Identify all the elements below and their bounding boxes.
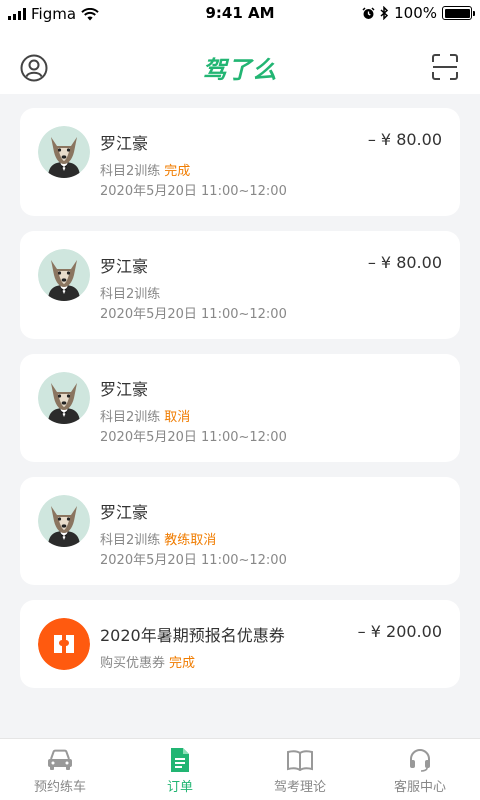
coach-name: 罗江豪	[100, 503, 149, 522]
order-amount: – ¥ 80.00	[367, 130, 442, 149]
tab-label: 预约练车	[33, 780, 86, 795]
book-icon	[287, 750, 313, 771]
coupon-title: 2020年暑期预报名优惠券	[100, 626, 285, 645]
order-amount: – ¥ 80.00	[367, 253, 442, 272]
order-subject: 科目2训练	[100, 410, 161, 425]
tab-support[interactable]: 客服中心	[360, 739, 480, 800]
order-status: 完成	[164, 164, 191, 179]
order-subject: 科目2训练	[100, 287, 161, 302]
coupon-status: 完成	[169, 656, 196, 671]
coach-name: 罗江豪	[100, 380, 149, 399]
order-datetime: 2020年5月20日 11:00~12:00	[100, 307, 287, 322]
wolf-avatar-icon	[38, 495, 90, 547]
order-datetime: 2020年5月20日 11:00~12:00	[100, 430, 287, 445]
order-card[interactable]: 罗江豪 科目2训练 教练取消 2020年5月20日 11:00~12:00	[20, 477, 460, 585]
coupon-amount: – ¥ 200.00	[357, 622, 442, 641]
coupon-icon	[38, 618, 90, 670]
order-subject-line: 科目2训练	[100, 283, 164, 302]
status-bar-right: 100%	[362, 4, 475, 22]
order-status: 取消	[164, 410, 191, 425]
wolf-avatar-icon	[38, 372, 90, 424]
bluetooth-icon	[380, 6, 389, 20]
battery-label: 100%	[394, 4, 437, 22]
document-icon	[171, 748, 189, 772]
headset-icon	[410, 749, 430, 772]
order-subject-line: 科目2训练 教练取消	[100, 529, 216, 548]
tab-label: 驾考理论	[273, 780, 326, 795]
navbar: 驾了么	[0, 28, 480, 94]
scan-icon[interactable]	[432, 54, 458, 80]
coupon-card[interactable]: 2020年暑期预报名优惠券 – ¥ 200.00 购买优惠券 完成	[20, 600, 460, 688]
coupon-subtitle-line: 购买优惠券 完成	[100, 652, 195, 671]
order-card[interactable]: 罗江豪 – ¥ 80.00 科目2训练 完成 2020年5月20日 11:00~1…	[20, 108, 460, 216]
tab-label: 订单	[166, 780, 193, 795]
wolf-avatar-icon	[38, 249, 90, 301]
app-logo: 驾了么	[202, 56, 278, 84]
coach-name: 罗江豪	[100, 134, 149, 153]
order-card[interactable]: 罗江豪 科目2训练 取消 2020年5月20日 11:00~12:00	[20, 354, 460, 462]
order-subject: 科目2训练	[100, 533, 161, 548]
order-subject-line: 科目2训练 取消	[100, 406, 190, 425]
order-list: 罗江豪 – ¥ 80.00 科目2训练 完成 2020年5月20日 11:00~1…	[20, 108, 460, 703]
tab-book-practice[interactable]: 预约练车	[0, 739, 120, 800]
tab-theory[interactable]: 驾考理论	[240, 739, 360, 800]
order-datetime: 2020年5月20日 11:00~12:00	[100, 184, 287, 199]
tab-bar: 预约练车 订单 驾考理论 客服中心	[0, 738, 480, 800]
order-subject-line: 科目2训练 完成	[100, 160, 190, 179]
order-datetime: 2020年5月20日 11:00~12:00	[100, 553, 287, 568]
alarm-icon	[362, 6, 375, 19]
coupon-subtitle: 购买优惠券	[100, 656, 166, 671]
tab-label: 客服中心	[393, 780, 446, 795]
wolf-avatar-icon	[38, 126, 90, 178]
status-bar: Figma 9:41 AM 100%	[0, 0, 480, 28]
tab-orders[interactable]: 订单	[120, 739, 240, 800]
order-subject: 科目2训练	[100, 164, 161, 179]
order-status: 教练取消	[164, 533, 217, 548]
coach-name: 罗江豪	[100, 257, 149, 276]
car-icon	[48, 749, 72, 770]
battery-icon	[442, 6, 475, 20]
order-card[interactable]: 罗江豪 – ¥ 80.00 科目2训练 2020年5月20日 11:00~12:…	[20, 231, 460, 339]
